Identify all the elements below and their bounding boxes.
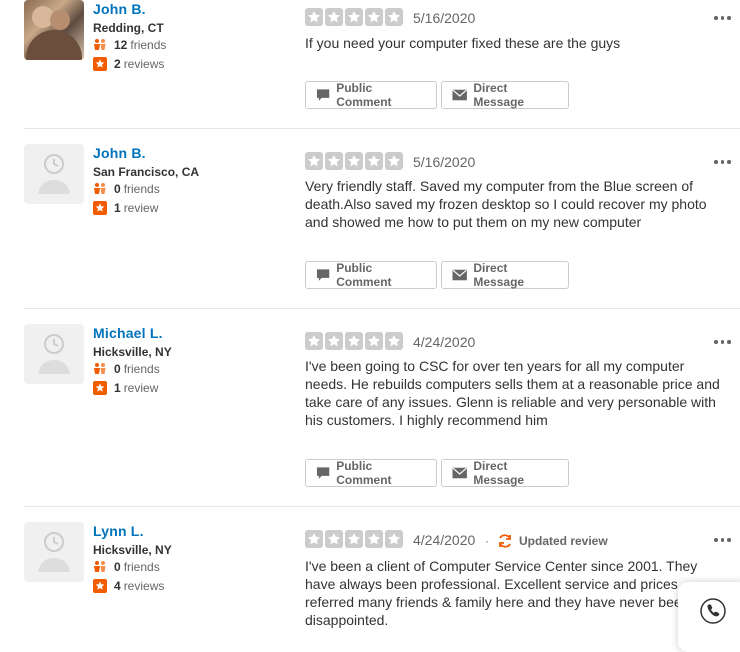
envelope-icon <box>452 467 467 479</box>
user-name-link[interactable]: Lynn L. <box>93 523 144 539</box>
divider <box>24 506 740 507</box>
direct-message-button[interactable]: Direct Message <box>441 81 569 109</box>
updated-review-badge[interactable]: · Updated review <box>485 533 608 549</box>
star-icon <box>305 152 323 170</box>
star-icon <box>305 332 323 350</box>
review-text: If you need your computer fixed these ar… <box>305 35 621 51</box>
review-date: 4/24/2020 <box>413 334 476 350</box>
envelope-icon <box>452 89 467 101</box>
call-button[interactable] <box>678 582 740 652</box>
user-location: San Francisco, CA <box>93 165 200 179</box>
star-icon <box>345 332 363 350</box>
review-star-icon <box>93 579 107 593</box>
user-avatar[interactable] <box>24 0 84 60</box>
more-options-icon[interactable] <box>714 340 734 344</box>
reviews-count: 1 review <box>93 201 158 215</box>
star-rating <box>305 8 405 26</box>
default-avatar-icon <box>38 154 70 194</box>
review-text: I've been going to CSC for over ten year… <box>305 358 720 428</box>
star-icon <box>325 8 343 26</box>
user-avatar[interactable] <box>24 324 84 384</box>
star-rating <box>305 530 405 548</box>
reviews-count: 1 review <box>93 381 158 395</box>
star-icon <box>365 8 383 26</box>
star-rating <box>305 332 405 350</box>
star-icon <box>385 8 403 26</box>
friends-icon <box>93 362 107 376</box>
user-name-link[interactable]: John B. <box>93 1 146 17</box>
star-icon <box>365 332 383 350</box>
user-avatar[interactable] <box>24 522 84 582</box>
public-comment-button[interactable]: Public Comment <box>305 81 437 109</box>
review-date: 5/16/2020 <box>413 154 476 170</box>
phone-icon <box>700 598 726 624</box>
star-icon <box>325 530 343 548</box>
star-icon <box>305 8 323 26</box>
review-text: I've been a client of Computer Service C… <box>305 558 698 628</box>
user-name-link[interactable]: John B. <box>93 145 146 161</box>
more-options-icon[interactable] <box>714 160 734 164</box>
star-rating <box>305 152 405 170</box>
comment-icon <box>316 467 330 479</box>
divider <box>24 308 740 309</box>
review-star-icon <box>93 201 107 215</box>
envelope-icon <box>452 269 467 281</box>
review-star-icon <box>93 57 107 71</box>
star-icon <box>365 530 383 548</box>
default-avatar-icon <box>38 334 70 374</box>
star-icon <box>325 152 343 170</box>
user-avatar[interactable] <box>24 144 84 204</box>
star-icon <box>305 530 323 548</box>
review-date: 5/16/2020 <box>413 10 476 26</box>
star-icon <box>345 8 363 26</box>
public-comment-button[interactable]: Public Comment <box>305 261 437 289</box>
friends-count: 0 friends <box>93 362 160 376</box>
friends-count: 12 friends <box>93 38 166 52</box>
user-location: Redding, CT <box>93 21 164 35</box>
direct-message-button[interactable]: Direct Message <box>441 459 569 487</box>
review-star-icon <box>93 381 107 395</box>
review-date: 4/24/2020 <box>413 532 476 548</box>
user-location: Hicksville, NY <box>93 543 172 557</box>
user-name-link[interactable]: Michael L. <box>93 325 163 341</box>
friends-count: 0 friends <box>93 182 160 196</box>
default-avatar-icon <box>38 532 70 572</box>
friends-icon <box>93 182 107 196</box>
friends-icon <box>93 38 107 52</box>
star-icon <box>385 332 403 350</box>
comment-icon <box>316 269 330 281</box>
user-location: Hicksville, NY <box>93 345 172 359</box>
more-options-icon[interactable] <box>714 538 734 542</box>
divider <box>24 128 740 129</box>
friends-icon <box>93 560 107 574</box>
star-icon <box>345 530 363 548</box>
comment-icon <box>316 89 330 101</box>
review-text: Very friendly staff. Saved my computer f… <box>305 178 707 230</box>
reviews-count: 4 reviews <box>93 579 164 593</box>
star-icon <box>325 332 343 350</box>
public-comment-button[interactable]: Public Comment <box>305 459 437 487</box>
star-icon <box>385 530 403 548</box>
more-options-icon[interactable] <box>714 16 734 20</box>
friends-count: 0 friends <box>93 560 160 574</box>
star-icon <box>365 152 383 170</box>
star-icon <box>345 152 363 170</box>
direct-message-button[interactable]: Direct Message <box>441 261 569 289</box>
star-icon <box>385 152 403 170</box>
reviews-count: 2 reviews <box>93 57 164 71</box>
refresh-icon <box>499 534 511 548</box>
